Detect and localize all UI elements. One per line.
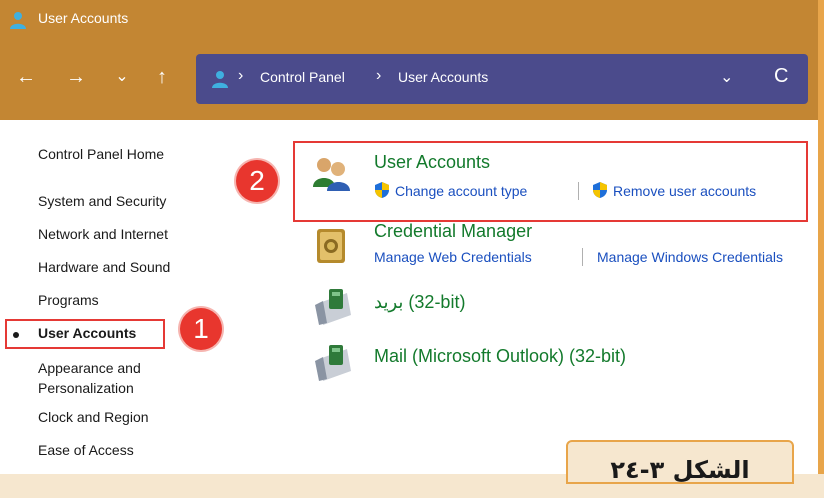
user-accounts-icon — [212, 71, 228, 88]
link-divider — [578, 182, 579, 200]
highlight-box-user-accounts-entry — [293, 141, 808, 222]
title-bar: User Accounts — [0, 0, 818, 40]
credential-manager-icon — [317, 229, 345, 263]
entry-title-mail-outlook[interactable]: Mail (Microsoft Outlook) (32-bit) — [374, 346, 626, 367]
window-title: User Accounts — [38, 10, 129, 26]
sidebar-item-appearance-line1[interactable]: Appearance and — [38, 360, 141, 376]
forward-button[interactable]: → — [64, 62, 88, 92]
sidebar-item-hardware-and-sound[interactable]: Hardware and Sound — [38, 259, 170, 275]
remove-user-accounts-link[interactable]: Remove user accounts — [613, 183, 756, 199]
manage-web-credentials-link[interactable]: Manage Web Credentials — [374, 249, 532, 265]
entry-title-mail-arabic[interactable]: بريد (32-bit) — [374, 292, 465, 313]
up-button[interactable]: ↑ — [150, 62, 174, 92]
sidebar-item-control-panel-home[interactable]: Control Panel Home — [38, 146, 164, 162]
sidebar-item-network-and-internet[interactable]: Network and Internet — [38, 226, 168, 242]
navigation-bar: ← → ⌄ ↑ › Control Panel › User Accounts … — [0, 40, 818, 120]
breadcrumb-control-panel[interactable]: Control Panel — [260, 69, 345, 85]
sidebar-item-system-and-security[interactable]: System and Security — [38, 193, 166, 209]
refresh-icon[interactable]: C — [774, 65, 788, 88]
user-accounts-icon — [313, 158, 350, 191]
change-account-type-link[interactable]: Change account type — [395, 183, 527, 199]
sidebar-item-appearance-line2[interactable]: Personalization — [38, 380, 134, 396]
sidebar-item-clock-and-region[interactable]: Clock and Region — [38, 409, 149, 425]
address-bar[interactable]: › Control Panel › User Accounts ⌄ C — [196, 54, 808, 104]
annotation-badge-1: 1 — [180, 308, 222, 350]
breadcrumb-separator: › — [238, 67, 244, 84]
link-divider — [582, 248, 583, 266]
annotation-badge-2: 2 — [236, 160, 278, 202]
breadcrumb-separator: › — [376, 67, 382, 84]
shield-icon — [375, 182, 389, 198]
user-accounts-icon — [10, 12, 26, 29]
entry-title-credential-manager[interactable]: Credential Manager — [374, 221, 532, 242]
shield-icon — [593, 182, 607, 198]
recent-locations-button[interactable]: ⌄ — [110, 62, 134, 92]
sidebar-item-ease-of-access[interactable]: Ease of Access — [38, 442, 134, 458]
mail-icon — [315, 289, 351, 325]
window: User Accounts ← → ⌄ ↑ › Control Panel › … — [0, 0, 824, 474]
highlight-box-user-accounts — [5, 319, 165, 349]
mail-icon — [315, 345, 351, 381]
chevron-down-icon[interactable]: ⌄ — [720, 67, 733, 87]
entry-title-user-accounts[interactable]: User Accounts — [374, 152, 490, 173]
back-button[interactable]: ← — [14, 62, 38, 92]
figure-caption: الشكل ٣-٢٤ — [566, 440, 794, 484]
sidebar-item-programs[interactable]: Programs — [38, 292, 99, 308]
breadcrumb-user-accounts[interactable]: User Accounts — [398, 69, 488, 85]
manage-windows-credentials-link[interactable]: Manage Windows Credentials — [597, 249, 783, 265]
